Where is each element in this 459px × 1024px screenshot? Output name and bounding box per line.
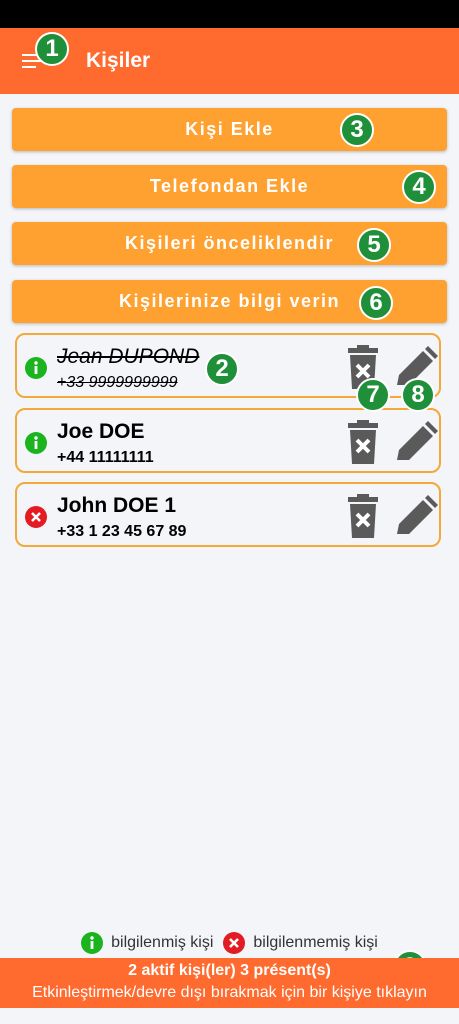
annotation-badge: 2 [205,352,239,386]
delete-icon[interactable] [345,420,381,466]
edit-icon[interactable] [391,420,439,466]
contact-name: John DOE 1 [57,494,177,517]
contact-card[interactable]: Joe DOE +44 11111111 [15,408,441,473]
annotation-badge: 3 [340,113,374,147]
info-icon [25,357,47,379]
contact-name: Joe DOE [57,420,145,443]
legend: bilgilenmiş kişi bilgilenmemiş kişi [0,930,459,956]
footer-hint: Etkinleştirmek/devre dışı bırakmak için … [32,984,427,1001]
close-icon [223,932,246,954]
add-from-phone-button[interactable]: Telefondan Ekle [12,165,447,208]
annotation-badge: 1 [35,32,69,66]
not-informed-icon [25,506,47,528]
legend-informed-label: bilgilenmiş kişi [111,934,214,951]
contact-phone: +33 1 23 45 67 89 [57,523,187,540]
contact-phone: +44 11111111 [57,449,154,466]
contact-card[interactable]: John DOE 1 +33 1 23 45 67 89 [15,482,441,547]
contact-name: Jean DUPOND [57,345,200,368]
annotation-badge: 5 [357,228,391,262]
status-bar [0,0,459,28]
annotation-badge: 7 [356,378,390,412]
annotation-badge: 6 [359,286,393,320]
contact-phone: +33 9999999999 [57,374,178,391]
app-bar: Kişiler [0,28,459,94]
navigation-bar [0,1008,459,1024]
annotation-badge: 4 [402,170,436,204]
edit-icon[interactable] [391,494,439,540]
annotation-badge: 8 [401,378,435,412]
delete-icon[interactable] [345,494,381,540]
page-title: Kişiler [86,49,151,72]
footer-bar: 2 aktif kişi(ler) 3 présent(s) Etkinleşt… [0,958,459,1008]
add-contact-button[interactable]: Kişi Ekle [12,108,447,151]
legend-not-informed: bilgilenmemiş kişi [223,932,378,954]
info-icon [25,432,47,454]
footer-summary: 2 aktif kişi(ler) 3 présent(s) [128,962,331,979]
legend-informed: bilgilenmiş kişi [81,932,213,954]
info-icon [81,932,104,954]
legend-not-informed-label: bilgilenmemiş kişi [253,934,378,951]
